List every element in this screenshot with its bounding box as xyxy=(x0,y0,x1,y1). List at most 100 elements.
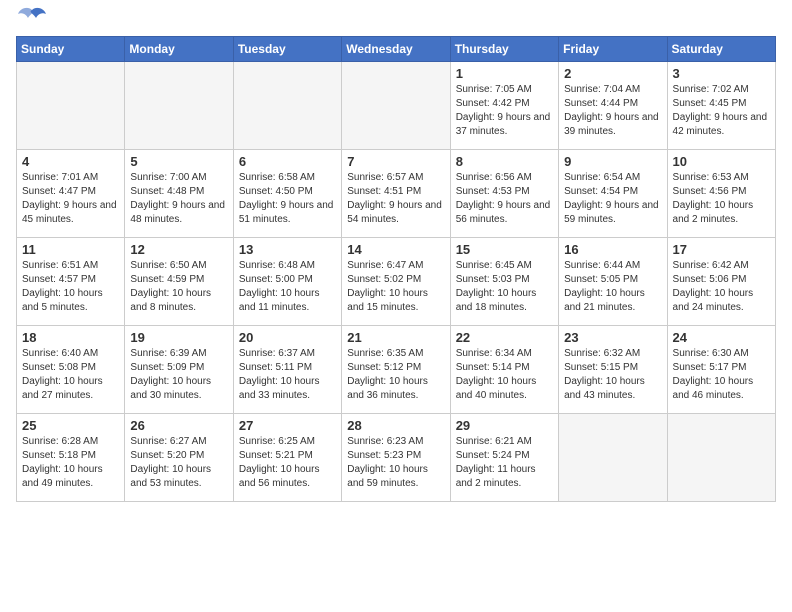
calendar-cell: 2 Sunrise: 7:04 AMSunset: 4:44 PMDaylight… xyxy=(559,62,667,150)
calendar-week-row: 25 Sunrise: 6:28 AMSunset: 5:18 PMDayligh… xyxy=(17,414,776,502)
day-number: 8 xyxy=(456,154,553,169)
day-info: Sunrise: 6:42 AMSunset: 5:06 PMDaylight:… xyxy=(673,259,770,315)
calendar-cell: 24Sunrise: 6:30 AMSunset: 5:17 PMDayligh… xyxy=(667,326,775,414)
day-number: 7 xyxy=(347,154,444,169)
calendar-cell: 22 Sunrise: 6:34 AMSunset: 5:14 PMDayligh… xyxy=(450,326,558,414)
calendar-cell: 10Sunrise: 6:53 AMSunset: 4:56 PMDayligh… xyxy=(667,150,775,238)
calendar-cell: 8 Sunrise: 6:56 AMSunset: 4:53 PMDaylight… xyxy=(450,150,558,238)
day-number: 2 xyxy=(564,66,661,81)
day-info: Sunrise: 6:58 AMSunset: 4:50 PMDaylight:… xyxy=(239,171,336,227)
day-info: Sunrise: 7:01 AMSunset: 4:47 PMDaylight:… xyxy=(22,171,119,227)
calendar-cell: 4 Sunrise: 7:01 AMSunset: 4:47 PMDaylight… xyxy=(17,150,125,238)
calendar-cell: 28 Sunrise: 6:23 AMSunset: 5:23 PMDayligh… xyxy=(342,414,450,502)
day-number: 5 xyxy=(130,154,227,169)
day-info: Sunrise: 6:35 AMSunset: 5:12 PMDaylight:… xyxy=(347,347,444,403)
calendar-cell: 3 Sunrise: 7:02 AMSunset: 4:45 PMDaylight… xyxy=(667,62,775,150)
day-number: 12 xyxy=(130,242,227,257)
day-number: 3 xyxy=(673,66,770,81)
calendar-cell: 11 Sunrise: 6:51 AMSunset: 4:57 PMDayligh… xyxy=(17,238,125,326)
day-number: 18 xyxy=(22,330,119,345)
day-number: 20 xyxy=(239,330,336,345)
calendar-cell: 6 Sunrise: 6:58 AMSunset: 4:50 PMDaylight… xyxy=(233,150,341,238)
day-info: Sunrise: 6:53 AMSunset: 4:56 PMDaylight:… xyxy=(673,171,770,227)
day-info: Sunrise: 7:00 AMSunset: 4:48 PMDaylight:… xyxy=(130,171,227,227)
day-info: Sunrise: 6:30 AMSunset: 5:17 PMDaylight:… xyxy=(673,347,770,403)
day-info: Sunrise: 6:51 AMSunset: 4:57 PMDaylight:… xyxy=(22,259,119,315)
day-header-tuesday: Tuesday xyxy=(233,37,341,62)
day-number: 9 xyxy=(564,154,661,169)
day-info: Sunrise: 6:54 AMSunset: 4:54 PMDaylight:… xyxy=(564,171,661,227)
calendar-cell xyxy=(667,414,775,502)
calendar-cell: 1 Sunrise: 7:05 AMSunset: 4:42 PMDaylight… xyxy=(450,62,558,150)
day-number: 28 xyxy=(347,418,444,433)
calendar-cell: 26Sunrise: 6:27 AMSunset: 5:20 PMDayligh… xyxy=(125,414,233,502)
day-info: Sunrise: 6:39 AMSunset: 5:09 PMDaylight:… xyxy=(130,347,227,403)
day-info: Sunrise: 6:57 AMSunset: 4:51 PMDaylight:… xyxy=(347,171,444,227)
calendar-cell: 18 Sunrise: 6:40 AMSunset: 5:08 PMDayligh… xyxy=(17,326,125,414)
day-info: Sunrise: 6:48 AMSunset: 5:00 PMDaylight:… xyxy=(239,259,336,315)
day-info: Sunrise: 7:04 AMSunset: 4:44 PMDaylight:… xyxy=(564,83,661,139)
calendar-cell: 16 Sunrise: 6:44 AMSunset: 5:05 PMDayligh… xyxy=(559,238,667,326)
calendar-cell: 27 Sunrise: 6:25 AMSunset: 5:21 PMDayligh… xyxy=(233,414,341,502)
calendar-cell: 21 Sunrise: 6:35 AMSunset: 5:12 PMDayligh… xyxy=(342,326,450,414)
day-number: 25 xyxy=(22,418,119,433)
calendar-week-row: 11 Sunrise: 6:51 AMSunset: 4:57 PMDayligh… xyxy=(17,238,776,326)
day-number: 6 xyxy=(239,154,336,169)
day-number: 21 xyxy=(347,330,444,345)
day-number: 4 xyxy=(22,154,119,169)
day-header-sunday: Sunday xyxy=(17,37,125,62)
day-header-saturday: Saturday xyxy=(667,37,775,62)
calendar-cell: 25 Sunrise: 6:28 AMSunset: 5:18 PMDayligh… xyxy=(17,414,125,502)
calendar-week-row: 4 Sunrise: 7:01 AMSunset: 4:47 PMDaylight… xyxy=(17,150,776,238)
day-number: 27 xyxy=(239,418,336,433)
day-number: 11 xyxy=(22,242,119,257)
calendar-cell: 13 Sunrise: 6:48 AMSunset: 5:00 PMDayligh… xyxy=(233,238,341,326)
day-header-friday: Friday xyxy=(559,37,667,62)
calendar-cell: 15 Sunrise: 6:45 AMSunset: 5:03 PMDayligh… xyxy=(450,238,558,326)
day-info: Sunrise: 7:02 AMSunset: 4:45 PMDaylight:… xyxy=(673,83,770,139)
day-info: Sunrise: 6:21 AMSunset: 5:24 PMDaylight:… xyxy=(456,435,553,491)
calendar-cell: 29 Sunrise: 6:21 AMSunset: 5:24 PMDayligh… xyxy=(450,414,558,502)
day-info: Sunrise: 6:25 AMSunset: 5:21 PMDaylight:… xyxy=(239,435,336,491)
day-number: 19 xyxy=(130,330,227,345)
day-number: 15 xyxy=(456,242,553,257)
calendar-header-row: SundayMondayTuesdayWednesdayThursdayFrid… xyxy=(17,37,776,62)
calendar-cell xyxy=(342,62,450,150)
calendar-week-row: 18 Sunrise: 6:40 AMSunset: 5:08 PMDayligh… xyxy=(17,326,776,414)
day-number: 13 xyxy=(239,242,336,257)
day-info: Sunrise: 6:50 AMSunset: 4:59 PMDaylight:… xyxy=(130,259,227,315)
calendar-cell: 19 Sunrise: 6:39 AMSunset: 5:09 PMDayligh… xyxy=(125,326,233,414)
day-number: 1 xyxy=(456,66,553,81)
day-header-monday: Monday xyxy=(125,37,233,62)
calendar-cell xyxy=(17,62,125,150)
page-header xyxy=(16,16,776,28)
day-number: 22 xyxy=(456,330,553,345)
day-info: Sunrise: 6:56 AMSunset: 4:53 PMDaylight:… xyxy=(456,171,553,227)
calendar-cell: 23 Sunrise: 6:32 AMSunset: 5:15 PMDayligh… xyxy=(559,326,667,414)
day-info: Sunrise: 6:47 AMSunset: 5:02 PMDaylight:… xyxy=(347,259,444,315)
calendar-cell: 14Sunrise: 6:47 AMSunset: 5:02 PMDayligh… xyxy=(342,238,450,326)
day-number: 29 xyxy=(456,418,553,433)
day-info: Sunrise: 6:28 AMSunset: 5:18 PMDaylight:… xyxy=(22,435,119,491)
calendar-cell: 17Sunrise: 6:42 AMSunset: 5:06 PMDayligh… xyxy=(667,238,775,326)
day-info: Sunrise: 6:34 AMSunset: 5:14 PMDaylight:… xyxy=(456,347,553,403)
calendar-cell xyxy=(233,62,341,150)
day-number: 23 xyxy=(564,330,661,345)
calendar-cell: 5 Sunrise: 7:00 AMSunset: 4:48 PMDaylight… xyxy=(125,150,233,238)
day-header-thursday: Thursday xyxy=(450,37,558,62)
day-info: Sunrise: 6:23 AMSunset: 5:23 PMDaylight:… xyxy=(347,435,444,491)
day-info: Sunrise: 7:05 AMSunset: 4:42 PMDaylight:… xyxy=(456,83,553,139)
day-info: Sunrise: 6:27 AMSunset: 5:20 PMDaylight:… xyxy=(130,435,227,491)
calendar-cell xyxy=(559,414,667,502)
day-info: Sunrise: 6:40 AMSunset: 5:08 PMDaylight:… xyxy=(22,347,119,403)
calendar-cell: 7 Sunrise: 6:57 AMSunset: 4:51 PMDaylight… xyxy=(342,150,450,238)
logo xyxy=(16,16,46,28)
day-info: Sunrise: 6:37 AMSunset: 5:11 PMDaylight:… xyxy=(239,347,336,403)
day-info: Sunrise: 6:45 AMSunset: 5:03 PMDaylight:… xyxy=(456,259,553,315)
calendar-cell xyxy=(125,62,233,150)
day-number: 16 xyxy=(564,242,661,257)
calendar-cell: 9 Sunrise: 6:54 AMSunset: 4:54 PMDaylight… xyxy=(559,150,667,238)
calendar-table: SundayMondayTuesdayWednesdayThursdayFrid… xyxy=(16,36,776,502)
day-info: Sunrise: 6:44 AMSunset: 5:05 PMDaylight:… xyxy=(564,259,661,315)
day-info: Sunrise: 6:32 AMSunset: 5:15 PMDaylight:… xyxy=(564,347,661,403)
